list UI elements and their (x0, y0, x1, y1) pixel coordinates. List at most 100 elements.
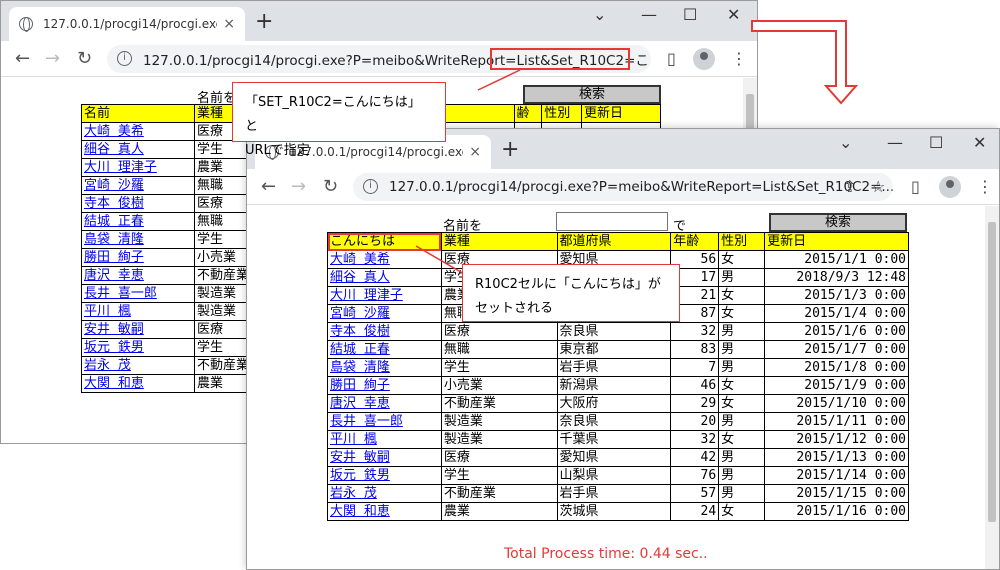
name-link[interactable]: 平川 楓 (84, 304, 131, 319)
close-window-button[interactable]: ✕ (727, 5, 740, 24)
cell-name[interactable]: 島袋 清隆 (81, 230, 195, 249)
name-link[interactable]: 宮崎 沙羅 (84, 178, 144, 193)
search-input[interactable] (556, 212, 668, 231)
minimize-button[interactable]: — (887, 133, 903, 152)
name-link[interactable]: 坂元 鉄男 (330, 468, 390, 483)
cell-name[interactable]: 宮崎 沙羅 (327, 304, 442, 323)
cell-name[interactable]: 大川 理津子 (327, 286, 442, 305)
profile-avatar[interactable] (939, 176, 961, 198)
share-icon[interactable]: ⇪ (843, 177, 856, 196)
reload-button[interactable]: ↻ (77, 48, 92, 69)
new-tab-button[interactable]: + (255, 9, 273, 34)
name-link[interactable]: 細谷 真人 (330, 270, 390, 285)
close-tab-icon[interactable]: × (223, 16, 235, 32)
cell-name[interactable]: 大川 理津子 (81, 158, 195, 177)
cell-name[interactable]: 細谷 真人 (81, 140, 195, 159)
page-content-front: 名前を で 検索 こんにちは 業種 都道府県 年齢 性別 更新日 大崎 美希 医療… (247, 206, 999, 569)
name-link[interactable]: 大崎 美希 (84, 124, 144, 139)
name-link[interactable]: 平川 楓 (330, 432, 377, 447)
name-link[interactable]: 勝田 絢子 (84, 250, 144, 265)
search-button[interactable]: 検索 (769, 213, 907, 232)
back-button[interactable]: ← (15, 48, 30, 69)
tab-search-icon[interactable]: ⌄ (839, 133, 852, 152)
name-link[interactable]: 安井 敏嗣 (84, 322, 144, 337)
bookmark-star-icon[interactable]: ☆ (871, 177, 885, 196)
cell-name[interactable]: 唐沢 幸恵 (81, 266, 195, 285)
cell-gender: 女 (718, 394, 766, 413)
close-window-button[interactable]: ✕ (973, 133, 986, 152)
cell-name[interactable]: 勝田 絢子 (81, 248, 195, 267)
cell-name[interactable]: 平川 楓 (81, 302, 195, 321)
cell-name[interactable]: 寺本 俊樹 (327, 322, 442, 341)
name-link[interactable]: 大川 理津子 (84, 160, 157, 175)
browser-tab[interactable]: 127.0.0.1/procgi14/procgi.exe?P= × (9, 7, 245, 41)
minimize-button[interactable]: — (641, 5, 657, 24)
cell-name[interactable]: 坂元 鉄男 (327, 466, 442, 485)
name-link[interactable]: 寺本 俊樹 (330, 324, 390, 339)
name-link[interactable]: 大関 和恵 (330, 504, 390, 519)
name-link[interactable]: 唐沢 幸恵 (330, 396, 390, 411)
site-info-icon[interactable]: i (363, 179, 378, 194)
name-link[interactable]: 結城 正春 (330, 342, 390, 357)
name-link[interactable]: 唐沢 幸恵 (84, 268, 144, 283)
cell-name[interactable]: 宮崎 沙羅 (81, 176, 195, 195)
cell-industry: 医療 (193, 194, 252, 213)
cell-industry: 農業 (440, 502, 558, 521)
name-link[interactable]: 寺本 俊樹 (84, 196, 144, 211)
cell-name[interactable]: 大崎 美希 (327, 250, 442, 269)
cell-name[interactable]: 大関 和恵 (81, 374, 195, 393)
side-panel-icon[interactable]: ▯ (911, 177, 920, 196)
search-button[interactable]: 検索 (523, 85, 661, 104)
maximize-button[interactable]: ☐ (929, 133, 943, 152)
cell-name[interactable]: 勝田 絢子 (327, 376, 442, 395)
cell-name[interactable]: 坂元 鉄男 (81, 338, 195, 357)
name-link[interactable]: 長井 喜一郎 (330, 414, 403, 429)
cell-name[interactable]: 岩永 茂 (81, 356, 195, 375)
reload-button[interactable]: ↻ (323, 176, 338, 197)
cell-name[interactable]: 島袋 清隆 (327, 358, 442, 377)
scrollbar-thumb[interactable] (988, 222, 996, 522)
new-tab-button[interactable]: + (501, 137, 519, 162)
cell-name[interactable]: 岩永 茂 (327, 484, 442, 503)
name-link[interactable]: 坂元 鉄男 (84, 340, 144, 355)
cell-name[interactable]: 平川 楓 (327, 430, 442, 449)
name-link[interactable]: 勝田 絢子 (330, 378, 390, 393)
maximize-button[interactable]: ☐ (683, 5, 697, 24)
cell-name[interactable]: 大崎 美希 (81, 122, 195, 141)
close-tab-icon[interactable]: × (469, 144, 481, 160)
cell-name[interactable]: 大関 和恵 (327, 502, 442, 521)
forward-button[interactable]: → (291, 176, 306, 197)
name-link[interactable]: 大川 理津子 (330, 288, 403, 303)
browser-menu-icon[interactable]: ⋮ (977, 177, 993, 196)
cell-industry: 農業 (193, 374, 252, 393)
name-link[interactable]: 大崎 美希 (330, 252, 390, 267)
name-link[interactable]: 島袋 清隆 (330, 360, 390, 375)
name-link[interactable]: 宮崎 沙羅 (330, 306, 390, 321)
name-link[interactable]: 長井 喜一郎 (84, 286, 157, 301)
name-link[interactable]: 大関 和恵 (84, 376, 144, 391)
cell-name[interactable]: 長井 喜一郎 (81, 284, 195, 303)
name-link[interactable]: 岩永 茂 (84, 358, 131, 373)
profile-avatar[interactable] (693, 48, 715, 70)
tab-search-icon[interactable]: ⌄ (593, 5, 606, 24)
name-link[interactable]: 岩永 茂 (330, 486, 377, 501)
back-button[interactable]: ← (261, 176, 276, 197)
cell-name[interactable]: 安井 敏嗣 (327, 448, 442, 467)
address-bar[interactable]: i 127.0.0.1/procgi14/procgi.exe?P=meibo&… (353, 173, 893, 201)
side-panel-icon[interactable]: ▯ (667, 49, 676, 68)
name-link[interactable]: 細谷 真人 (84, 142, 144, 157)
cell-name[interactable]: 安井 敏嗣 (81, 320, 195, 339)
site-info-icon[interactable]: i (117, 51, 132, 66)
name-link[interactable]: 安井 敏嗣 (330, 450, 390, 465)
forward-button[interactable]: → (45, 48, 60, 69)
scrollbar[interactable] (985, 206, 999, 569)
cell-name[interactable]: 寺本 俊樹 (81, 194, 195, 213)
browser-menu-icon[interactable]: ⋮ (731, 49, 747, 68)
cell-name[interactable]: 結城 正春 (81, 212, 195, 231)
cell-name[interactable]: 結城 正春 (327, 340, 442, 359)
name-link[interactable]: 結城 正春 (84, 214, 144, 229)
cell-name[interactable]: 細谷 真人 (327, 268, 442, 287)
cell-name[interactable]: 唐沢 幸恵 (327, 394, 442, 413)
cell-name[interactable]: 長井 喜一郎 (327, 412, 442, 431)
name-link[interactable]: 島袋 清隆 (84, 232, 144, 247)
